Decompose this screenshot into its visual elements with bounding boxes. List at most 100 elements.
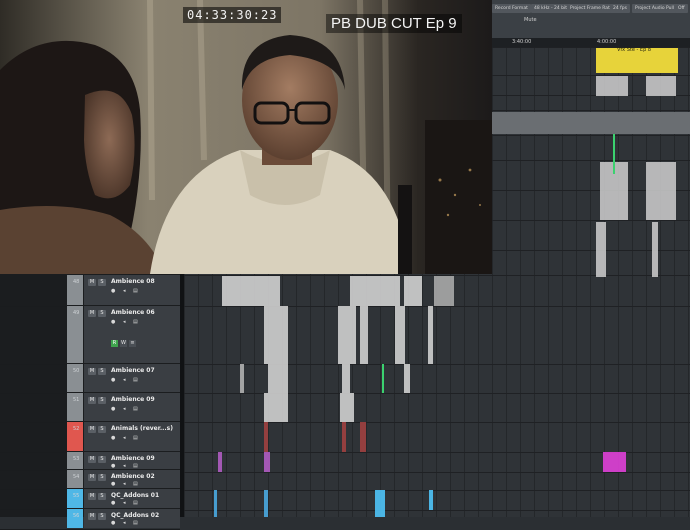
track-number: 49	[73, 310, 80, 316]
row-separator	[184, 472, 690, 473]
audio-clip	[264, 306, 288, 364]
track-number: 48	[73, 279, 80, 285]
track-number: 55	[73, 493, 80, 499]
track-menu-icon[interactable]: ≡	[129, 340, 136, 347]
track-controls-icons[interactable]: ● ◂ ▤	[111, 463, 141, 469]
track-name[interactable]: Ambience 06	[111, 309, 155, 316]
track-controls-icons[interactable]: ● ◂ ▤	[111, 520, 141, 526]
track-header[interactable]: 50 M S Ambience 07 ● ◂ ▤ RW≡	[0, 364, 180, 405]
audio-clip	[264, 393, 288, 422]
track-header[interactable]: 53 M S Ambience 09 ● ◂ ▤	[0, 452, 180, 471]
audio-clip	[264, 490, 268, 517]
mute-track-button[interactable]: M	[88, 279, 96, 286]
audio-clip	[360, 422, 366, 452]
track-header[interactable]: 48 M S Ambience 08 ● ◂ ▤ RW≡	[0, 275, 180, 316]
track-name[interactable]: QC_Addons 02	[111, 512, 159, 519]
audio-clip	[603, 452, 626, 472]
audio-pull-value[interactable]: Off	[675, 4, 688, 13]
audio-clip	[646, 162, 676, 220]
track-number: 53	[73, 456, 80, 462]
mute-track-button[interactable]: M	[88, 426, 96, 433]
record-write-group: RW≡	[111, 445, 138, 463]
ruler-mark: 4:00:00	[597, 39, 617, 45]
mute-track-button[interactable]: M	[88, 474, 96, 481]
region-band	[492, 112, 690, 134]
track-controls-icons[interactable]: ● ◂ ▤	[111, 435, 141, 441]
solo-track-button[interactable]: S	[98, 279, 106, 286]
record-write-group: RW≡	[111, 298, 138, 316]
solo-track-button[interactable]: S	[98, 397, 106, 404]
track-controls-icons[interactable]: ● ◂ ▤	[111, 319, 141, 325]
track-name[interactable]: Ambience 09	[111, 455, 155, 462]
audio-clip	[395, 306, 405, 364]
video-preview: 04:33:30:23 PB DUB CUT Ep 9	[0, 0, 492, 274]
mute-track-button[interactable]: M	[88, 456, 96, 463]
mute-track-button[interactable]: M	[88, 310, 96, 317]
solo-track-button[interactable]: S	[98, 368, 106, 375]
track-number: 54	[73, 474, 80, 480]
track-controls-icons[interactable]: ● ◂ ▤	[111, 481, 141, 487]
audio-clip	[434, 276, 454, 306]
row-separator	[184, 306, 690, 307]
row-separator	[184, 364, 690, 365]
audio-clip	[429, 490, 433, 510]
track-controls-icons[interactable]: ● ◂ ▤	[111, 500, 141, 506]
audio-clip	[596, 76, 628, 96]
track-header[interactable]: 49 M S Ambience 06 ● ◂ ▤ R W ≡	[0, 306, 180, 365]
mute-track-button[interactable]: M	[88, 368, 96, 375]
track-header[interactable]: 51 M S Ambience 09 ● ◂ ▤ RW≡	[0, 393, 180, 434]
mute-track-button[interactable]: M	[88, 493, 96, 500]
mute-button[interactable]: Mute	[524, 17, 537, 23]
track-number: 51	[73, 397, 80, 403]
timecode-display: 04:33:30:23	[183, 7, 282, 23]
audio-clip	[264, 422, 268, 452]
row-separator	[184, 510, 690, 511]
mute-track-button[interactable]: M	[88, 397, 96, 404]
audio-clip	[350, 276, 400, 306]
row-separator	[184, 422, 690, 423]
track-controls-icons[interactable]: ● ◂ ▤	[111, 288, 141, 294]
track-name[interactable]: Ambience 02	[111, 473, 155, 480]
track-header[interactable]: 54 M S Ambience 02 ● ◂ ▤	[0, 470, 180, 490]
track-header[interactable]: 55 M S QC_Addons 01 ● ◂ ▤	[0, 489, 180, 510]
audio-clip	[214, 490, 217, 517]
frame-rate-value[interactable]: 24 fps	[610, 4, 630, 13]
track-header[interactable]: 52 M S Animals (rever...s) ● ◂ ▤ RW≡	[0, 422, 180, 463]
row-separator	[184, 275, 690, 276]
track-header[interactable]: 56 M S QC_Addons 02 ● ◂ ▤	[0, 509, 180, 530]
audio-clip	[340, 393, 354, 422]
video-frame-image	[0, 0, 492, 274]
track-name[interactable]: QC_Addons 01	[111, 492, 159, 499]
track-controls-icons[interactable]: ● ◂ ▤	[111, 406, 141, 412]
row-separator	[184, 490, 690, 491]
solo-track-button[interactable]: S	[98, 310, 106, 317]
marker-line	[382, 364, 384, 393]
audio-clip	[240, 364, 244, 393]
track-name[interactable]: Animals (rever...s)	[111, 425, 173, 432]
solo-track-button[interactable]: S	[98, 474, 106, 481]
timeline-ruler[interactable]: 3:40:00 4:00:00	[492, 38, 690, 47]
audio-clip	[360, 306, 368, 364]
solo-track-button[interactable]: S	[98, 493, 106, 500]
record-format-value[interactable]: 48 kHz - 24 bit	[531, 4, 571, 13]
clip-label: Vfx Ste - Ep 8	[617, 47, 652, 53]
audio-pull-label: Project Audio Pull	[632, 4, 678, 13]
audio-clip	[222, 276, 280, 306]
audio-clip	[404, 364, 410, 393]
audio-clip	[342, 422, 346, 452]
frame-rate-label: Project Frame Rate	[567, 4, 616, 13]
write-automation-button[interactable]: W	[120, 340, 127, 347]
track-controls-icons[interactable]: ● ◂ ▤	[111, 377, 141, 383]
record-enable-button[interactable]: R	[111, 340, 118, 347]
track-name[interactable]: Ambience 07	[111, 367, 155, 374]
solo-track-button[interactable]: S	[98, 426, 106, 433]
audio-clip	[268, 364, 288, 393]
track-headers: 48 M S Ambience 08 ● ◂ ▤ RW≡ 49 M S Ambi…	[0, 274, 183, 530]
record-write-group: RW≡	[111, 329, 138, 347]
record-format-label: Record Format	[492, 4, 531, 13]
headers-divider[interactable]	[180, 274, 184, 517]
track-name[interactable]: Ambience 09	[111, 396, 155, 403]
track-name[interactable]: Ambience 08	[111, 278, 155, 285]
solo-track-button[interactable]: S	[98, 456, 106, 463]
audio-clip	[218, 452, 222, 472]
